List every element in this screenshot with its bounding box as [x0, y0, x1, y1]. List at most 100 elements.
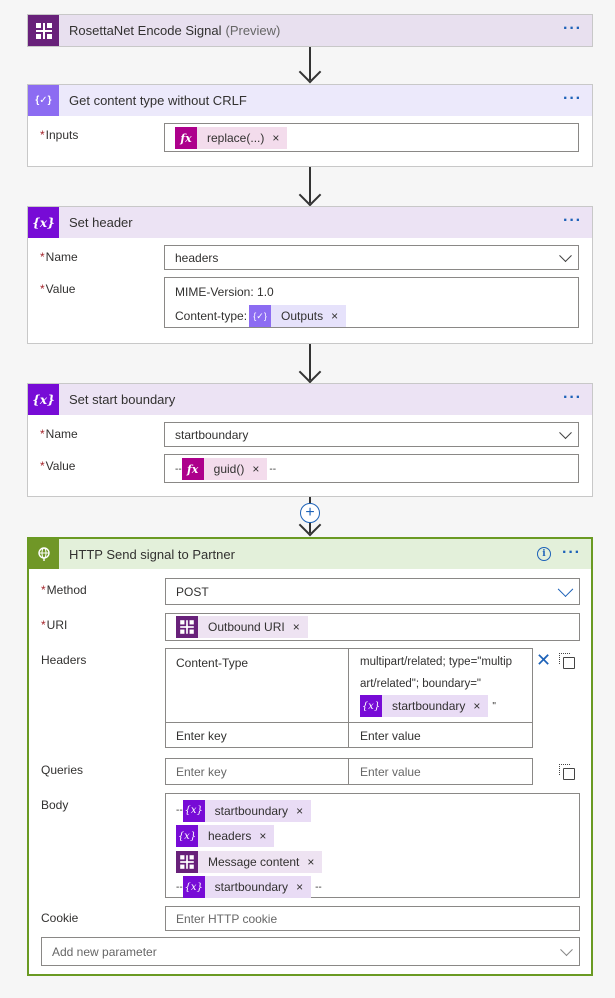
- rosettanet-encode-header[interactable]: RosettaNet Encode Signal (Preview) ···: [28, 15, 592, 46]
- inputs-field[interactable]: fx replace(...) ×: [164, 123, 579, 152]
- expression-token[interactable]: fx guid() ×: [181, 458, 268, 480]
- name-dropdown[interactable]: headers: [164, 245, 579, 270]
- value-label: *Value: [40, 459, 76, 473]
- set-header-header[interactable]: {x} Set header ···: [28, 207, 592, 238]
- value-line: MIME-Version: 1.0: [175, 285, 274, 299]
- remove-token-icon[interactable]: ×: [259, 829, 274, 843]
- body-token[interactable]: {x} headers ×: [176, 825, 275, 848]
- value-field[interactable]: MIME-Version: 1.0 Content-type: {✓} Outp…: [164, 277, 579, 328]
- queries-table[interactable]: Enter key Enter value: [165, 758, 533, 785]
- body-line: -- {x} startboundary ×: [176, 798, 326, 824]
- body-prefix: --: [176, 805, 183, 817]
- enter-key-input[interactable]: Enter key: [176, 729, 227, 743]
- startboundary-token[interactable]: {x} startboundary ×: [360, 695, 489, 717]
- set-header-card[interactable]: {x} Set header ··· *Name headers *Value …: [27, 206, 593, 344]
- headers-table[interactable]: Content-Type multipart/related; type="mu…: [165, 648, 533, 748]
- variable-icon: {x}: [176, 825, 198, 848]
- compose-header[interactable]: {✓} Get content type without CRLF ···: [28, 85, 592, 116]
- remove-token-icon[interactable]: ×: [293, 620, 308, 634]
- header-key[interactable]: Content-Type: [176, 656, 248, 670]
- variable-icon: {x}: [28, 384, 59, 415]
- more-options-icon[interactable]: ···: [563, 90, 582, 108]
- remove-token-icon[interactable]: ×: [252, 462, 267, 476]
- chevron-down-icon: [560, 942, 573, 956]
- header-value-line[interactable]: multipart/related; type="multip: [360, 656, 512, 668]
- method-dropdown[interactable]: POST: [165, 578, 580, 605]
- value-prefix: Content-type:: [175, 309, 248, 323]
- card-title: RosettaNet Encode Signal (Preview): [69, 23, 281, 38]
- info-icon[interactable]: i: [537, 547, 551, 561]
- close-icon[interactable]: ✕: [536, 650, 551, 671]
- flow-arrow-icon: [298, 360, 322, 384]
- compose-card[interactable]: {✓} Get content type without CRLF ··· *I…: [27, 84, 593, 167]
- body-line: Message content ×: [176, 849, 326, 875]
- enter-value-input[interactable]: Enter value: [360, 729, 421, 743]
- expression-token[interactable]: fx replace(...) ×: [175, 127, 288, 149]
- headers-label: Headers: [41, 653, 87, 667]
- http-header[interactable]: HTTP Send signal to Partner i ···: [29, 539, 591, 569]
- body-token[interactable]: {x} startboundary ×: [182, 799, 312, 822]
- header-value-line[interactable]: art/related"; boundary=": [360, 678, 481, 690]
- http-card[interactable]: HTTP Send signal to Partner i ··· *Metho…: [27, 537, 593, 976]
- inputs-label: *Inputs: [40, 128, 79, 142]
- rosettanet-icon: [176, 616, 198, 638]
- body-token[interactable]: Message content ×: [176, 850, 323, 873]
- card-title: Get content type without CRLF: [69, 93, 247, 108]
- copy-icon[interactable]: [559, 653, 575, 669]
- cookie-label: Cookie: [41, 911, 79, 925]
- more-options-icon[interactable]: ···: [562, 544, 581, 562]
- uri-label: *URI: [41, 618, 68, 632]
- fx-icon: fx: [175, 127, 197, 149]
- set-start-boundary-header[interactable]: {x} Set start boundary ···: [28, 384, 592, 415]
- remove-token-icon[interactable]: ×: [473, 699, 488, 713]
- compose-icon: {✓}: [28, 85, 59, 116]
- globe-icon: [29, 539, 59, 569]
- body-suffix: --: [315, 881, 322, 893]
- value-prefix: --: [175, 463, 182, 475]
- name-dropdown[interactable]: startboundary: [164, 422, 579, 447]
- rosettanet-icon: [28, 15, 59, 46]
- enter-value-input[interactable]: Enter value: [360, 765, 421, 779]
- body-line: -- {x} startboundary × --: [176, 875, 326, 901]
- rosettanet-icon: [176, 850, 198, 873]
- body-token[interactable]: {x} startboundary ×: [182, 876, 312, 899]
- body-prefix: --: [176, 881, 183, 893]
- remove-token-icon[interactable]: ×: [331, 309, 346, 323]
- method-label: *Method: [41, 583, 87, 597]
- more-options-icon[interactable]: ···: [563, 212, 582, 230]
- body-label: Body: [41, 798, 69, 812]
- outbound-uri-token[interactable]: Outbound URI ×: [176, 616, 308, 638]
- add-parameter-dropdown[interactable]: Add new parameter: [41, 937, 580, 966]
- body-field[interactable]: -- {x} startboundary × {x} headers × Message co…: [165, 793, 580, 901]
- value-field[interactable]: -- fx guid() × --: [164, 454, 579, 483]
- set-start-boundary-card[interactable]: {x} Set start boundary ··· *Name startbo…: [27, 383, 593, 497]
- flow-arrow-icon: [298, 60, 322, 84]
- card-title: Set start boundary: [69, 392, 176, 407]
- uri-field[interactable]: Outbound URI ×: [165, 613, 580, 641]
- remove-token-icon[interactable]: ×: [296, 804, 311, 818]
- outputs-token[interactable]: {✓} Outputs ×: [249, 305, 347, 327]
- chevron-down-icon: [559, 425, 572, 439]
- copy-icon[interactable]: [559, 764, 575, 780]
- rosettanet-encode-card[interactable]: RosettaNet Encode Signal (Preview) ···: [27, 14, 593, 47]
- enter-key-input[interactable]: Enter key: [176, 765, 227, 779]
- compose-icon: {✓}: [249, 305, 272, 327]
- name-label: *Name: [40, 250, 78, 264]
- remove-token-icon[interactable]: ×: [307, 855, 322, 869]
- remove-token-icon[interactable]: ×: [296, 880, 311, 894]
- variable-icon: {x}: [28, 207, 59, 238]
- value-suffix: --: [269, 463, 277, 475]
- card-title: Set header: [69, 215, 133, 230]
- variable-icon: {x}: [182, 876, 205, 899]
- card-title: HTTP Send signal to Partner: [69, 546, 235, 562]
- variable-icon: {x}: [360, 695, 382, 717]
- cookie-input[interactable]: Enter HTTP cookie: [165, 906, 580, 931]
- chevron-down-icon: [557, 580, 574, 597]
- more-options-icon[interactable]: ···: [563, 389, 582, 407]
- value-label: *Value: [40, 282, 76, 296]
- preview-tag: (Preview): [225, 23, 281, 38]
- more-options-icon[interactable]: ···: [563, 20, 582, 38]
- header-value-suffix: ": [492, 700, 496, 712]
- add-step-button[interactable]: +: [300, 503, 320, 523]
- remove-token-icon[interactable]: ×: [272, 131, 287, 145]
